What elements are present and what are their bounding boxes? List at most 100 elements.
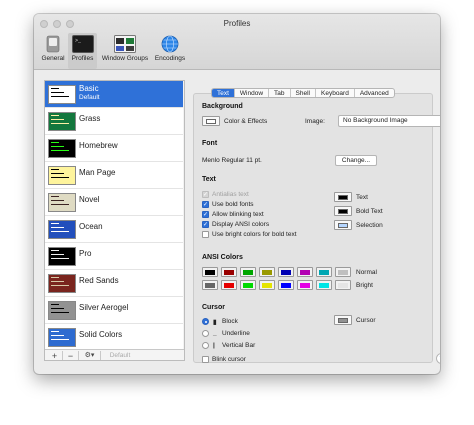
profile-actions-gear-button[interactable]: ⚙▾ [79,351,101,360]
ansi-normal-color-well[interactable] [297,267,313,277]
ansi-bright-color-well[interactable] [221,280,237,290]
ansi-bright-color-well[interactable] [240,280,256,290]
remove-profile-button[interactable]: − [63,351,79,360]
ansi-bright-color-well[interactable] [335,280,351,290]
help-button[interactable]: ? [436,353,440,364]
text-option-label: Display ANSI colors [212,221,270,228]
profiles-sidebar: Basic Default Grass Homebrew Man Page Novel Oc… [44,80,185,361]
profile-name: Silver Aerogel [79,303,129,312]
tab-keyboard[interactable]: Keyboard [316,89,355,97]
profile-item[interactable]: Red Sands [45,270,183,297]
color-effects-label: Color & Effects [224,118,268,125]
toolbar-window-groups-label: Window Groups [101,55,149,62]
toolbar-general[interactable]: General [38,33,68,69]
ansi-normal-color-well[interactable] [335,267,351,277]
background-image-value: No Background Image [343,117,408,124]
ansi-bright-color-well[interactable] [278,280,294,290]
tab-shell[interactable]: Shell [291,89,316,97]
ansi-color-swatch [224,270,234,275]
thumbnail-text-line [51,142,59,143]
text-color-well[interactable] [334,220,352,230]
add-profile-button[interactable]: + [47,351,63,360]
profile-item[interactable]: Pro [45,243,183,270]
profile-item[interactable]: Man Page [45,162,183,189]
ansi-color-swatch [338,283,348,288]
ansi-color-swatch [243,283,253,288]
text-color-well[interactable] [334,206,352,216]
ansi-normal-color-well[interactable] [202,267,218,277]
tab-window[interactable]: Window [235,89,270,97]
profile-item[interactable]: Novel [45,189,183,216]
profile-thumbnail [48,139,76,158]
ansi-normal-color-well[interactable] [221,267,237,277]
profile-thumbnail [48,274,76,293]
tab-advanced[interactable]: Advanced [355,89,394,97]
background-image-select[interactable]: No Background Image ⬍ [338,115,440,127]
cursor-style-label: Underline [222,330,250,337]
profile-item[interactable]: Ocean [45,216,183,243]
text-color-label: Text [356,194,368,201]
change-font-button[interactable]: Change... [335,155,377,166]
tab-tab[interactable]: Tab [269,89,291,97]
thumbnail-text-line [51,231,69,232]
text-option-checkbox[interactable]: ✓ [202,221,209,228]
ansi-bright-color-well[interactable] [259,280,275,290]
profile-item[interactable]: Solid Colors [45,324,183,349]
ansi-bright-color-well[interactable] [202,280,218,290]
background-color-well[interactable] [202,116,220,126]
ansi-color-swatch [319,283,329,288]
thumbnail-text-line [51,150,69,151]
thumbnail-text-line [51,227,64,228]
set-default-button[interactable]: Default [103,351,137,360]
profile-name: Pro [79,249,92,258]
cursor-style-radio[interactable] [202,342,209,349]
cursor-color-label: Cursor [356,317,376,324]
text-option-label: Allow blinking text [212,211,264,218]
cursor-color-well[interactable] [334,315,352,325]
text-option-checkbox[interactable]: ✓ [202,191,209,198]
font-heading: Font [202,140,218,147]
profile-item[interactable]: Basic Default [45,81,183,108]
profile-list-scrollbar[interactable] [184,84,185,346]
thumbnail-text-line [51,258,69,259]
profile-item[interactable]: Homebrew [45,135,183,162]
cursor-style-radio[interactable] [202,330,209,337]
profile-item[interactable]: Grass [45,108,183,135]
thumbnail-text-line [51,308,64,309]
thumbnail-text-line [51,169,59,170]
ansi-normal-color-well[interactable] [240,267,256,277]
thumbnail-text-line [51,312,69,313]
toolbar-window-groups[interactable]: Window Groups [98,33,152,69]
thumbnail-text-line [51,115,59,116]
toolbar-encodings-label: Encodings [154,55,186,62]
ansi-bright-color-well[interactable] [297,280,313,290]
cursor-style-radio[interactable] [202,318,209,325]
ansi-color-swatch [281,270,291,275]
ansi-normal-color-well[interactable] [316,267,332,277]
profile-name: Grass [79,114,101,123]
text-color-swatch [338,195,348,200]
text-option-checkbox[interactable]: ✓ [202,201,209,208]
text-heading: Text [202,176,216,183]
profile-thumbnail [48,247,76,266]
toolbar-profiles[interactable]: >_ Profiles [68,33,97,69]
profile-default-badge: Default [79,94,100,101]
text-color-well[interactable] [334,192,352,202]
toolbar-encodings[interactable]: Encodings [152,33,188,69]
ansi-color-swatch [281,283,291,288]
profile-thumbnail [48,166,76,185]
text-option-checkbox[interactable]: ✓ [202,211,209,218]
ansi-normal-color-well[interactable] [278,267,294,277]
text-option-label: Use bright colors for bold text [212,231,297,238]
ansi-bright-color-well[interactable] [316,280,332,290]
profile-item[interactable]: Silver Aerogel [45,297,183,324]
cursor-heading: Cursor [202,304,225,311]
text-option-checkbox[interactable] [202,231,209,238]
tab-text[interactable]: Text [212,89,235,97]
ansi-color-swatch [243,270,253,275]
background-color-swatch [206,119,216,124]
toolbar-general-label: General [41,55,65,62]
ansi-normal-color-well[interactable] [259,267,275,277]
blink-cursor-checkbox[interactable] [202,356,209,363]
background-heading: Background [202,103,243,110]
